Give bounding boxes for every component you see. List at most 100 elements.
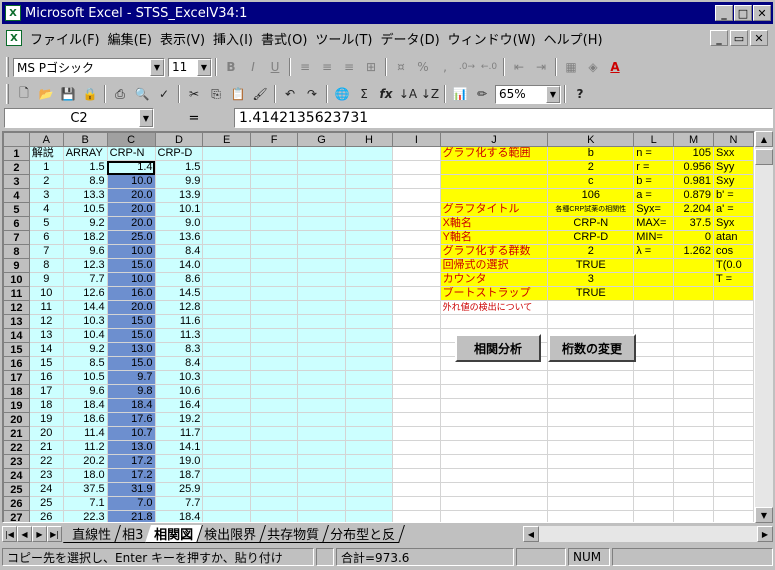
cell-l[interactable]: [633, 468, 675, 483]
drawing-icon[interactable]: ✏: [471, 84, 493, 104]
cell-i[interactable]: [392, 244, 441, 259]
cell-n[interactable]: [713, 482, 754, 497]
cell-a[interactable]: 12: [28, 314, 64, 329]
decrease-indent-icon[interactable]: ⇤: [508, 57, 530, 77]
cell-g[interactable]: [297, 398, 346, 413]
cell-d[interactable]: 10.1: [154, 202, 204, 217]
menu-edit[interactable]: 編集(E): [104, 29, 156, 48]
cell-a[interactable]: 24: [28, 482, 64, 497]
cell-c[interactable]: 9.7: [106, 370, 156, 385]
font-name-select[interactable]: MS Pゴシック ▼: [13, 57, 165, 77]
cell-b[interactable]: 7.1: [62, 496, 108, 511]
cell-n[interactable]: Sxx: [713, 146, 754, 161]
correlation-analysis-button[interactable]: 相関分析: [455, 334, 541, 362]
cell-e[interactable]: [202, 412, 251, 427]
cell-g[interactable]: [297, 440, 346, 455]
row-header[interactable]: 14: [3, 328, 30, 343]
comma-icon[interactable]: ,: [434, 57, 456, 77]
chevron-down-icon[interactable]: ▼: [197, 58, 211, 76]
cell-i[interactable]: [392, 342, 441, 357]
cell-h[interactable]: [344, 258, 394, 273]
underline-button[interactable]: U: [264, 57, 286, 77]
spreadsheet-grid[interactable]: ABCDEFGHIJKLMN 1 解説 ARRAY CRP-N CRP-D グラフ化する範…: [2, 131, 755, 523]
cell-d[interactable]: 14.5: [154, 286, 204, 301]
cell-m[interactable]: [673, 454, 715, 469]
cell-g[interactable]: [297, 286, 346, 301]
column-header-k[interactable]: K: [547, 132, 635, 147]
cell-c[interactable]: 15.0: [106, 314, 156, 329]
row-header[interactable]: 2: [3, 160, 30, 175]
cell-a[interactable]: 16: [28, 370, 64, 385]
cell-c[interactable]: 21.8: [106, 510, 156, 522]
cell-m[interactable]: [673, 482, 715, 497]
cell-n[interactable]: [713, 342, 754, 357]
cell-k[interactable]: 2: [547, 160, 635, 175]
cell-h[interactable]: [344, 202, 394, 217]
cell-b[interactable]: ARRAY: [62, 146, 108, 161]
cell-k[interactable]: TRUE: [547, 258, 635, 273]
horizontal-scrollbar[interactable]: ◀ ▶: [523, 526, 773, 542]
cell-a[interactable]: 2: [28, 174, 64, 189]
cell-e[interactable]: [202, 440, 251, 455]
sheet-tab[interactable]: 検出限界: [195, 525, 267, 543]
cell-h[interactable]: [344, 314, 394, 329]
cell-l[interactable]: [633, 314, 675, 329]
cell-b[interactable]: 18.6: [62, 412, 108, 427]
worksheet-table[interactable]: ABCDEFGHIJKLMN 1 解説 ARRAY CRP-N CRP-D グラフ化する範…: [3, 132, 754, 522]
cell-i[interactable]: [392, 468, 441, 483]
cell-j[interactable]: [439, 188, 549, 203]
cell-g[interactable]: [297, 300, 346, 315]
cell-b[interactable]: 1.5: [62, 160, 108, 175]
chart-wizard-icon[interactable]: 📊: [449, 84, 471, 104]
column-header-m[interactable]: M: [673, 132, 715, 147]
cell-a[interactable]: 25: [28, 496, 64, 511]
cell-a[interactable]: 14: [28, 342, 64, 357]
cell-l[interactable]: [633, 384, 675, 399]
cell-e[interactable]: [202, 454, 251, 469]
cell-k[interactable]: [547, 468, 635, 483]
cell-k[interactable]: [547, 398, 635, 413]
cell-c[interactable]: 20.0: [106, 216, 156, 231]
bold-button[interactable]: B: [220, 57, 242, 77]
cell-i[interactable]: [392, 384, 441, 399]
cell-e[interactable]: [202, 272, 251, 287]
cell-m[interactable]: [673, 496, 715, 511]
cell-e[interactable]: [202, 398, 251, 413]
formula-input[interactable]: 1.4142135623731: [234, 108, 773, 128]
cell-m[interactable]: [673, 370, 715, 385]
cell-c[interactable]: 9.8: [106, 384, 156, 399]
cell-i[interactable]: [392, 314, 441, 329]
cell-e[interactable]: [202, 188, 251, 203]
cell-l[interactable]: [633, 300, 675, 315]
cell-g[interactable]: [297, 412, 346, 427]
cell-m[interactable]: 1.262: [673, 244, 715, 259]
close-button[interactable]: ✕: [753, 5, 771, 21]
cell-h[interactable]: [344, 174, 394, 189]
cell-a[interactable]: 17: [28, 384, 64, 399]
column-header-j[interactable]: J: [439, 132, 549, 147]
cell-l[interactable]: [633, 328, 675, 343]
cell-h[interactable]: [344, 342, 394, 357]
cell-i[interactable]: [392, 328, 441, 343]
cell-d[interactable]: 19.0: [154, 454, 204, 469]
cell-d[interactable]: 19.2: [154, 412, 204, 427]
minimize-button[interactable]: _: [715, 5, 733, 21]
cell-m[interactable]: 0.956: [673, 160, 715, 175]
cell-n[interactable]: [713, 454, 754, 469]
row-header[interactable]: 19: [3, 398, 30, 413]
cell-b[interactable]: 8.9: [62, 174, 108, 189]
cell-f[interactable]: [249, 244, 299, 259]
cell-m[interactable]: [673, 258, 715, 273]
cell-k[interactable]: [547, 426, 635, 441]
cell-g[interactable]: [297, 496, 346, 511]
cell-a[interactable]: 18: [28, 398, 64, 413]
menu-insert[interactable]: 挿入(I): [209, 29, 257, 48]
cell-k[interactable]: 2: [547, 244, 635, 259]
row-header[interactable]: 22: [3, 440, 30, 455]
cell-j[interactable]: [439, 426, 549, 441]
print-icon[interactable]: ⎙: [109, 84, 131, 104]
sheet-tab[interactable]: 相関図: [145, 525, 204, 543]
row-header[interactable]: 4: [3, 188, 30, 203]
column-header-g[interactable]: G: [297, 132, 346, 147]
new-icon[interactable]: 🗋: [13, 84, 35, 104]
